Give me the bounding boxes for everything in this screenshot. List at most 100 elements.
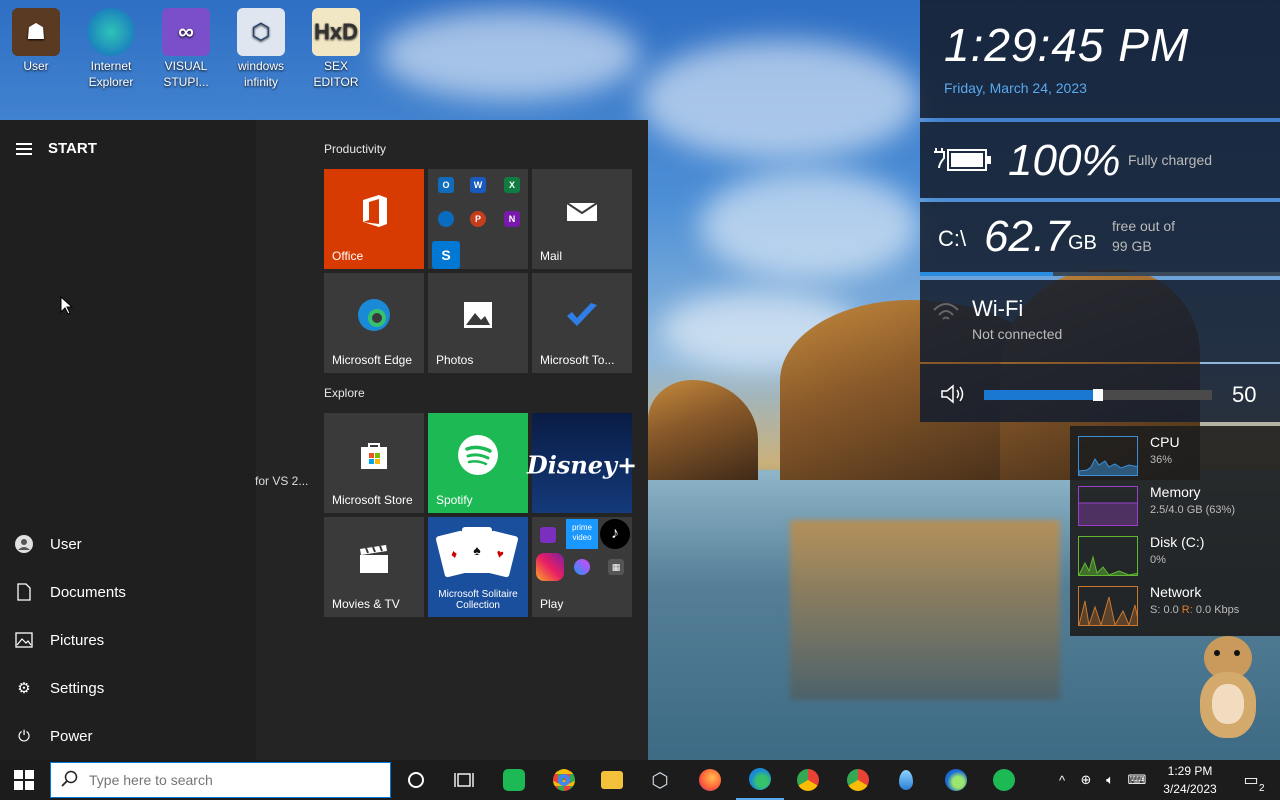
system-monitor-widget: CPU 36% Memory 2.5/4.0 GB (63%) Disk (C:…	[1070, 426, 1280, 636]
tile-movies-tv[interactable]: Movies & TV	[324, 517, 424, 617]
start-nav-documents[interactable]: Documents	[14, 582, 126, 602]
tile-microsoft-edge[interactable]: Microsoft Edge	[324, 273, 424, 373]
checkmark-icon	[567, 303, 597, 326]
tile-mail[interactable]: Mail	[532, 169, 632, 269]
taskbar-app-firefox[interactable]	[686, 760, 734, 800]
volume-level: 50	[1232, 382, 1257, 407]
tile-office-apps-folder[interactable]: O W X P N S	[428, 169, 528, 269]
start-nav-label: Documents	[50, 583, 126, 601]
taskbar-app-file-explorer[interactable]	[588, 760, 636, 800]
disk-note-line2: 99 GB	[1112, 238, 1152, 254]
taskbar-app-virtualbox[interactable]: ⬡	[636, 760, 684, 800]
start-header[interactable]: START	[16, 140, 97, 157]
volume-slider-thumb[interactable]	[1093, 389, 1103, 401]
taskbar-app-edge-dev[interactable]	[932, 760, 980, 800]
search-input[interactable]	[89, 772, 379, 788]
tile-disney-plus[interactable]: Disney+	[527, 413, 637, 513]
wifi-status: Not connected	[972, 326, 1063, 342]
clock-widget: 1:29:45 PM Friday, March 24, 2023	[920, 0, 1280, 118]
droplet-icon	[899, 770, 913, 790]
wifi-widget[interactable]: Wi-Fi Not connected	[920, 280, 1280, 362]
start-nav-pictures[interactable]: Pictures	[14, 630, 104, 650]
hamburger-menu-icon[interactable]	[16, 142, 32, 155]
desktop-icon-windows-infinity[interactable]: ⬡ windows infinity	[225, 8, 297, 90]
tile-label: Mail	[540, 249, 563, 263]
tray-volume[interactable]: 🔈︎	[1098, 760, 1122, 800]
desktop-icon-user[interactable]: ☗ User	[0, 8, 72, 74]
desktop-icon-internet-explorer[interactable]: Internet Explorer	[75, 8, 147, 90]
calculator-icon: ▦	[608, 559, 624, 575]
tile-solitaire[interactable]: ♦ ♠ ♥ Microsoft Solitaire Collection	[428, 517, 528, 617]
sysmon-label: Memory	[1150, 484, 1201, 500]
task-view-button[interactable]	[440, 760, 488, 800]
group-title-productivity[interactable]: Productivity	[324, 142, 386, 156]
truncated-app-label[interactable]: for VS 2...	[255, 474, 308, 488]
desktop-icon-visual-studio[interactable]: ∞ VISUAL STUPI...	[150, 8, 222, 90]
tile-microsoft-store[interactable]: Microsoft Store	[324, 413, 424, 513]
tile-label: Spotify	[436, 493, 473, 507]
tile-office[interactable]: Office	[324, 169, 424, 269]
taskbar-app-chat[interactable]	[490, 760, 538, 800]
start-menu: START User Documents Pictures ⚙ Settings…	[0, 120, 648, 760]
messenger-icon	[574, 559, 590, 575]
tile-label: Microsoft To...	[540, 353, 615, 367]
tray-network[interactable]: ⊕	[1074, 760, 1098, 800]
virtualbox-icon: ⬡	[237, 8, 285, 56]
tile-microsoft-todo[interactable]: Microsoft To...	[532, 273, 632, 373]
sysmon-disk: Disk (C:) 0%	[1078, 530, 1278, 576]
volume-slider[interactable]	[984, 389, 1212, 401]
taskbar-app-spotify[interactable]	[980, 760, 1028, 800]
notification-icon: ▭ 2	[1243, 772, 1265, 794]
tile-play-folder[interactable]: prime video ♪ ▦ Play	[532, 517, 632, 617]
spotify-icon	[993, 769, 1015, 791]
skype-icon: S	[432, 241, 460, 269]
notification-count-badge: 2	[1259, 783, 1265, 794]
mail-icon	[566, 202, 598, 221]
start-button[interactable]	[0, 760, 48, 800]
cortana-button[interactable]	[392, 760, 440, 800]
disney-plus-logo: Disney+	[526, 450, 638, 480]
sysmon-network: Network S: 0.0 R: 0.0 Kbps	[1078, 580, 1278, 626]
group-title-explore[interactable]: Explore	[324, 386, 365, 400]
desktop-icon-label: SEX EDITOR	[313, 59, 359, 89]
start-nav-power[interactable]: ⏻ Power	[14, 726, 92, 746]
task-view-icon	[454, 773, 474, 787]
clipchamp-icon	[540, 527, 556, 543]
tray-keyboard[interactable]: ⌨	[1124, 760, 1150, 800]
taskbar-app-edge[interactable]	[736, 760, 784, 800]
start-nav-settings[interactable]: ⚙ Settings	[14, 678, 104, 698]
speaker-icon[interactable]	[940, 384, 968, 404]
cortana-icon	[408, 772, 424, 788]
taskbar-clock[interactable]: 1:29 PM 3/24/2023	[1152, 762, 1228, 798]
tile-label: Movies & TV	[332, 597, 400, 611]
virtualbox-icon: ⬡	[651, 769, 669, 792]
sysmon-label: Disk (C:)	[1150, 534, 1205, 550]
action-center-button[interactable]: ▭ 2	[1234, 760, 1268, 800]
desktop-icon-hex-editor[interactable]: HxD SEX EDITOR	[300, 8, 372, 90]
taskbar-app-drop[interactable]	[882, 760, 930, 800]
tile-spotify[interactable]: Spotify	[428, 413, 528, 513]
taskbar-search[interactable]	[50, 762, 391, 798]
store-icon	[361, 443, 387, 469]
search-icon	[51, 770, 89, 791]
desktop-icon-label: Internet Explorer	[88, 59, 134, 89]
desktop-icon-label: windows infinity	[237, 59, 285, 89]
taskbar-app-chrome-2[interactable]	[784, 760, 832, 800]
power-icon: ⏻	[18, 727, 30, 745]
gear-icon: ⚙	[17, 680, 31, 697]
spotify-icon	[458, 435, 498, 475]
excel-icon: X	[504, 177, 520, 193]
start-title: START	[48, 140, 97, 157]
start-nav-user[interactable]: User	[14, 534, 82, 554]
tiktok-icon: ♪	[600, 519, 630, 549]
onenote-icon: N	[504, 211, 520, 227]
taskbar-app-chrome[interactable]	[540, 760, 588, 800]
taskbar-app-chrome-3[interactable]	[834, 760, 882, 800]
tile-photos[interactable]: Photos	[428, 273, 528, 373]
tray-overflow-chevron[interactable]: ^	[1052, 760, 1072, 800]
tile-label: Microsoft Solitaire Collection	[438, 589, 518, 611]
edge-icon	[749, 768, 771, 790]
battery-percent: 100%	[1008, 136, 1121, 185]
sysmon-value: 0%	[1150, 554, 1166, 566]
visual-studio-icon: ∞	[162, 8, 210, 56]
